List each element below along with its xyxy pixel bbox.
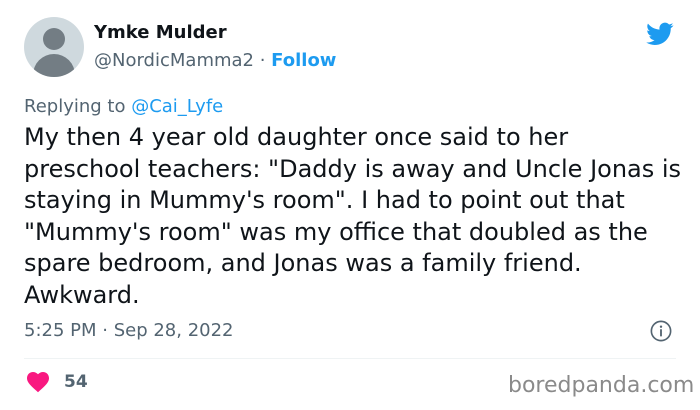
avatar[interactable] [24, 17, 84, 77]
reply-mention-link[interactable]: @Cai_Lyfe [131, 96, 223, 117]
avatar-body [33, 54, 75, 77]
follow-button[interactable]: Follow [271, 50, 336, 71]
handle-separator: · [254, 50, 272, 71]
avatar-head [43, 28, 65, 50]
replying-prefix: Replying to [24, 96, 132, 117]
replying-to: Replying to @Cai_Lyfe [24, 96, 223, 117]
author-name[interactable]: Ymke Mulder [94, 22, 227, 43]
author-handle-line: @NordicMamma2 · Follow [94, 50, 336, 71]
tweet-text: My then 4 year old daughter once said to… [24, 123, 682, 309]
heart-icon[interactable] [26, 371, 50, 393]
author-handle[interactable]: @NordicMamma2 [94, 50, 254, 71]
watermark: boredpanda.com [508, 373, 695, 398]
divider [24, 358, 676, 359]
tweet-timestamp[interactable]: 5:25 PM · Sep 28, 2022 [24, 320, 234, 341]
like-count: 54 [64, 372, 88, 392]
twitter-bird-icon[interactable] [644, 20, 676, 48]
info-icon[interactable] [650, 320, 672, 342]
